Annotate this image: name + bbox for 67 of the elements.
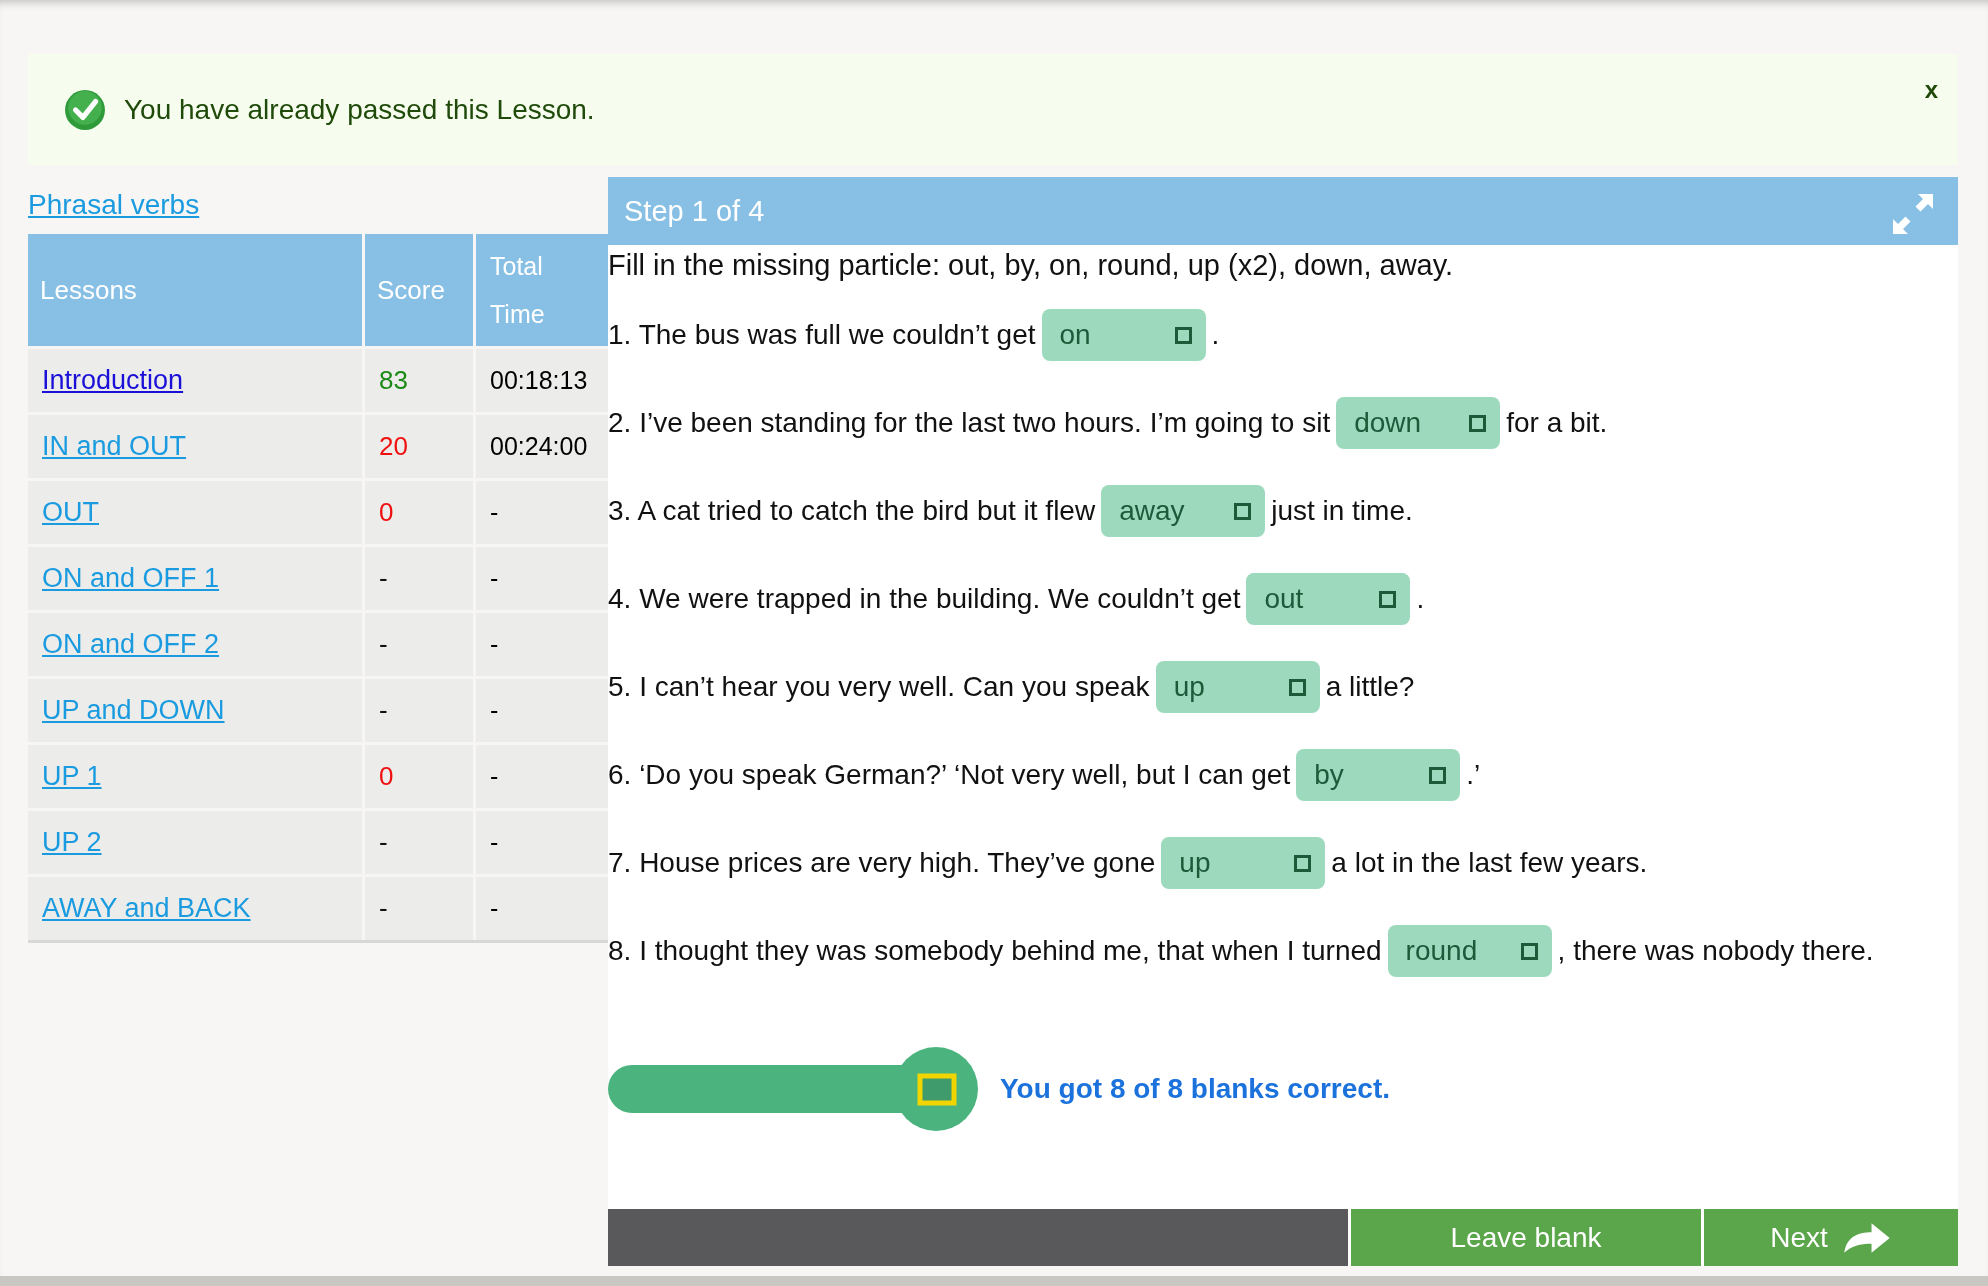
column-header: Total Time bbox=[474, 234, 608, 348]
answer-box[interactable]: up bbox=[1155, 661, 1320, 713]
time-cell: - bbox=[474, 479, 608, 546]
column-header: Lessons bbox=[28, 234, 364, 348]
answer-box[interactable]: on bbox=[1041, 309, 1206, 361]
score-cell: - bbox=[363, 875, 475, 942]
score-cell: 20 bbox=[363, 413, 475, 480]
question-text: . bbox=[1211, 318, 1220, 352]
time-cell: - bbox=[474, 611, 608, 678]
answer-box[interactable]: up bbox=[1161, 837, 1326, 889]
question-text: just in time. bbox=[1271, 494, 1413, 528]
lesson-link[interactable]: UP 2 bbox=[42, 827, 102, 857]
square-icon bbox=[1520, 942, 1538, 960]
lesson-link[interactable]: Introduction bbox=[42, 365, 184, 395]
question-text: 6. ‘Do you speak German?’ ‘Not very well, but I can get bbox=[608, 758, 1291, 792]
lesson-link[interactable]: UP 1 bbox=[42, 761, 102, 791]
notice-message: You have already passed this Lesson. bbox=[124, 93, 595, 126]
question-text: .’ bbox=[1466, 758, 1481, 792]
question-text: 4. We were trapped in the building. We couldn’t get bbox=[608, 582, 1241, 616]
answer-box[interactable]: by bbox=[1296, 749, 1461, 801]
square-icon bbox=[1469, 414, 1487, 432]
question-text: 2. I’ve been standing for the last two hours. I’m going to sit bbox=[608, 406, 1331, 440]
question-text: 1. The bus was full we couldn’t get bbox=[608, 318, 1036, 352]
answer-box[interactable]: down bbox=[1336, 397, 1501, 449]
score-cell: - bbox=[363, 545, 475, 612]
question-text: a lot in the last few years. bbox=[1331, 846, 1648, 880]
square-icon bbox=[1379, 590, 1397, 608]
answer-box[interactable]: away bbox=[1101, 485, 1266, 537]
score-cell: - bbox=[363, 809, 475, 876]
lesson-link[interactable]: IN and OUT bbox=[42, 431, 187, 461]
time-cell: - bbox=[474, 545, 608, 612]
step-title: Step 1 of 4 bbox=[624, 194, 765, 228]
leave-blank-button[interactable]: Leave blank bbox=[1351, 1209, 1701, 1266]
square-icon bbox=[1288, 678, 1306, 696]
question-text: 3. A cat tried to catch the bird but it flew bbox=[608, 494, 1096, 528]
close-button[interactable]: x bbox=[1924, 76, 1938, 104]
score-cell: 83 bbox=[363, 347, 475, 414]
time-cell: - bbox=[474, 677, 608, 744]
answer-box[interactable]: out bbox=[1246, 573, 1411, 625]
result-message: You got 8 of 8 blanks correct. bbox=[1000, 1073, 1390, 1105]
square-icon bbox=[1234, 502, 1252, 520]
question-text: 5. I can’t hear you very well. Can you speak bbox=[608, 670, 1150, 704]
time-cell: - bbox=[474, 743, 608, 810]
question-text: . bbox=[1416, 582, 1425, 616]
time-cell: 00:18:13 bbox=[474, 347, 608, 414]
score-cell: 0 bbox=[363, 743, 475, 810]
square-icon bbox=[1429, 766, 1447, 784]
square-icon bbox=[1294, 854, 1312, 872]
time-cell: - bbox=[474, 809, 608, 876]
course-link[interactable]: Phrasal verbs bbox=[28, 189, 200, 234]
question-text: 7. House prices are very high. They’ve gone bbox=[608, 846, 1156, 880]
score-cell: - bbox=[363, 611, 475, 678]
checkmark-icon bbox=[64, 88, 106, 131]
column-header: Score bbox=[363, 234, 475, 348]
square-icon bbox=[1174, 326, 1192, 344]
time-cell: 00:24:00 bbox=[474, 413, 608, 480]
lesson-link[interactable]: OUT bbox=[42, 497, 99, 527]
time-cell: - bbox=[474, 875, 608, 942]
question-text: a little? bbox=[1325, 670, 1415, 704]
question-text: , there was nobody there. bbox=[1557, 934, 1874, 968]
score-cell: 0 bbox=[363, 479, 475, 546]
score-cell: - bbox=[363, 677, 475, 744]
instruction-text: Fill in the missing particle: out, by, on, round, up (x2), down, away. bbox=[608, 249, 1455, 283]
next-button[interactable]: Next bbox=[1704, 1209, 1958, 1266]
question-text: for a bit. bbox=[1506, 406, 1608, 440]
question-text: 8. I thought they was somebody behind me, that when I turned bbox=[608, 934, 1382, 968]
answer-box[interactable]: round bbox=[1387, 925, 1552, 977]
